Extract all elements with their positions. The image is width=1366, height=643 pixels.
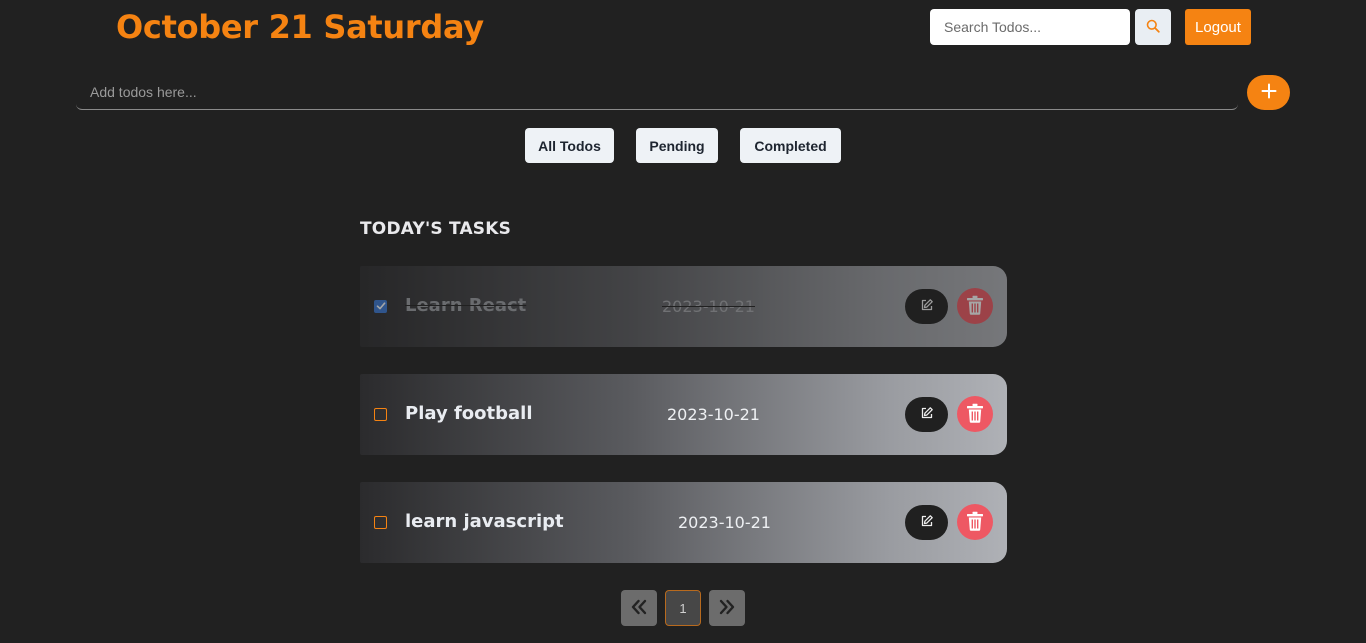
task-checkbox[interactable]: [374, 408, 387, 421]
double-chevron-right-icon: [718, 599, 736, 618]
filter-pending-button[interactable]: Pending: [636, 128, 718, 163]
search-input[interactable]: [930, 9, 1130, 45]
task-card: Play football 2023-10-21: [360, 374, 1007, 455]
task-card: Learn React 2023-10-21: [360, 266, 1007, 347]
previous-page-button[interactable]: [621, 590, 657, 626]
logout-button[interactable]: Logout: [1185, 9, 1251, 45]
search-icon: [1146, 19, 1160, 36]
task-date: 2023-10-21: [678, 513, 771, 532]
delete-task-button[interactable]: [957, 288, 993, 324]
task-title: learn javascript: [405, 511, 564, 532]
filter-all-todos-button[interactable]: All Todos: [525, 128, 614, 163]
trash-icon: [966, 295, 984, 318]
task-title: Play football: [405, 403, 533, 424]
date-title: October 21 Saturday: [116, 8, 484, 46]
delete-task-button[interactable]: [957, 504, 993, 540]
task-checkbox[interactable]: [374, 516, 387, 529]
plus-icon: [1261, 83, 1277, 102]
page-number-button[interactable]: 1: [665, 590, 701, 626]
task-checkbox[interactable]: [374, 300, 387, 313]
filter-completed-button[interactable]: Completed: [740, 128, 841, 163]
search-button[interactable]: [1135, 9, 1171, 45]
section-title: TODAY'S TASKS: [360, 219, 512, 239]
add-todo-input[interactable]: [76, 74, 1238, 110]
task-title: Learn React: [405, 295, 527, 316]
double-chevron-left-icon: [630, 599, 648, 618]
edit-icon: [920, 406, 934, 423]
trash-icon: [966, 511, 984, 534]
add-todo-button[interactable]: [1247, 75, 1290, 110]
trash-icon: [966, 403, 984, 426]
task-date: 2023-10-21: [667, 405, 760, 424]
task-card: learn javascript 2023-10-21: [360, 482, 1007, 563]
edit-task-button[interactable]: [905, 505, 948, 540]
next-page-button[interactable]: [709, 590, 745, 626]
edit-task-button[interactable]: [905, 397, 948, 432]
edit-task-button[interactable]: [905, 289, 948, 324]
edit-icon: [920, 298, 934, 315]
todo-app: October 21 Saturday Logout All Todos Pen…: [0, 0, 1366, 643]
edit-icon: [920, 514, 934, 531]
task-date: 2023-10-21: [662, 297, 755, 316]
delete-task-button[interactable]: [957, 396, 993, 432]
check-icon: [376, 298, 386, 316]
